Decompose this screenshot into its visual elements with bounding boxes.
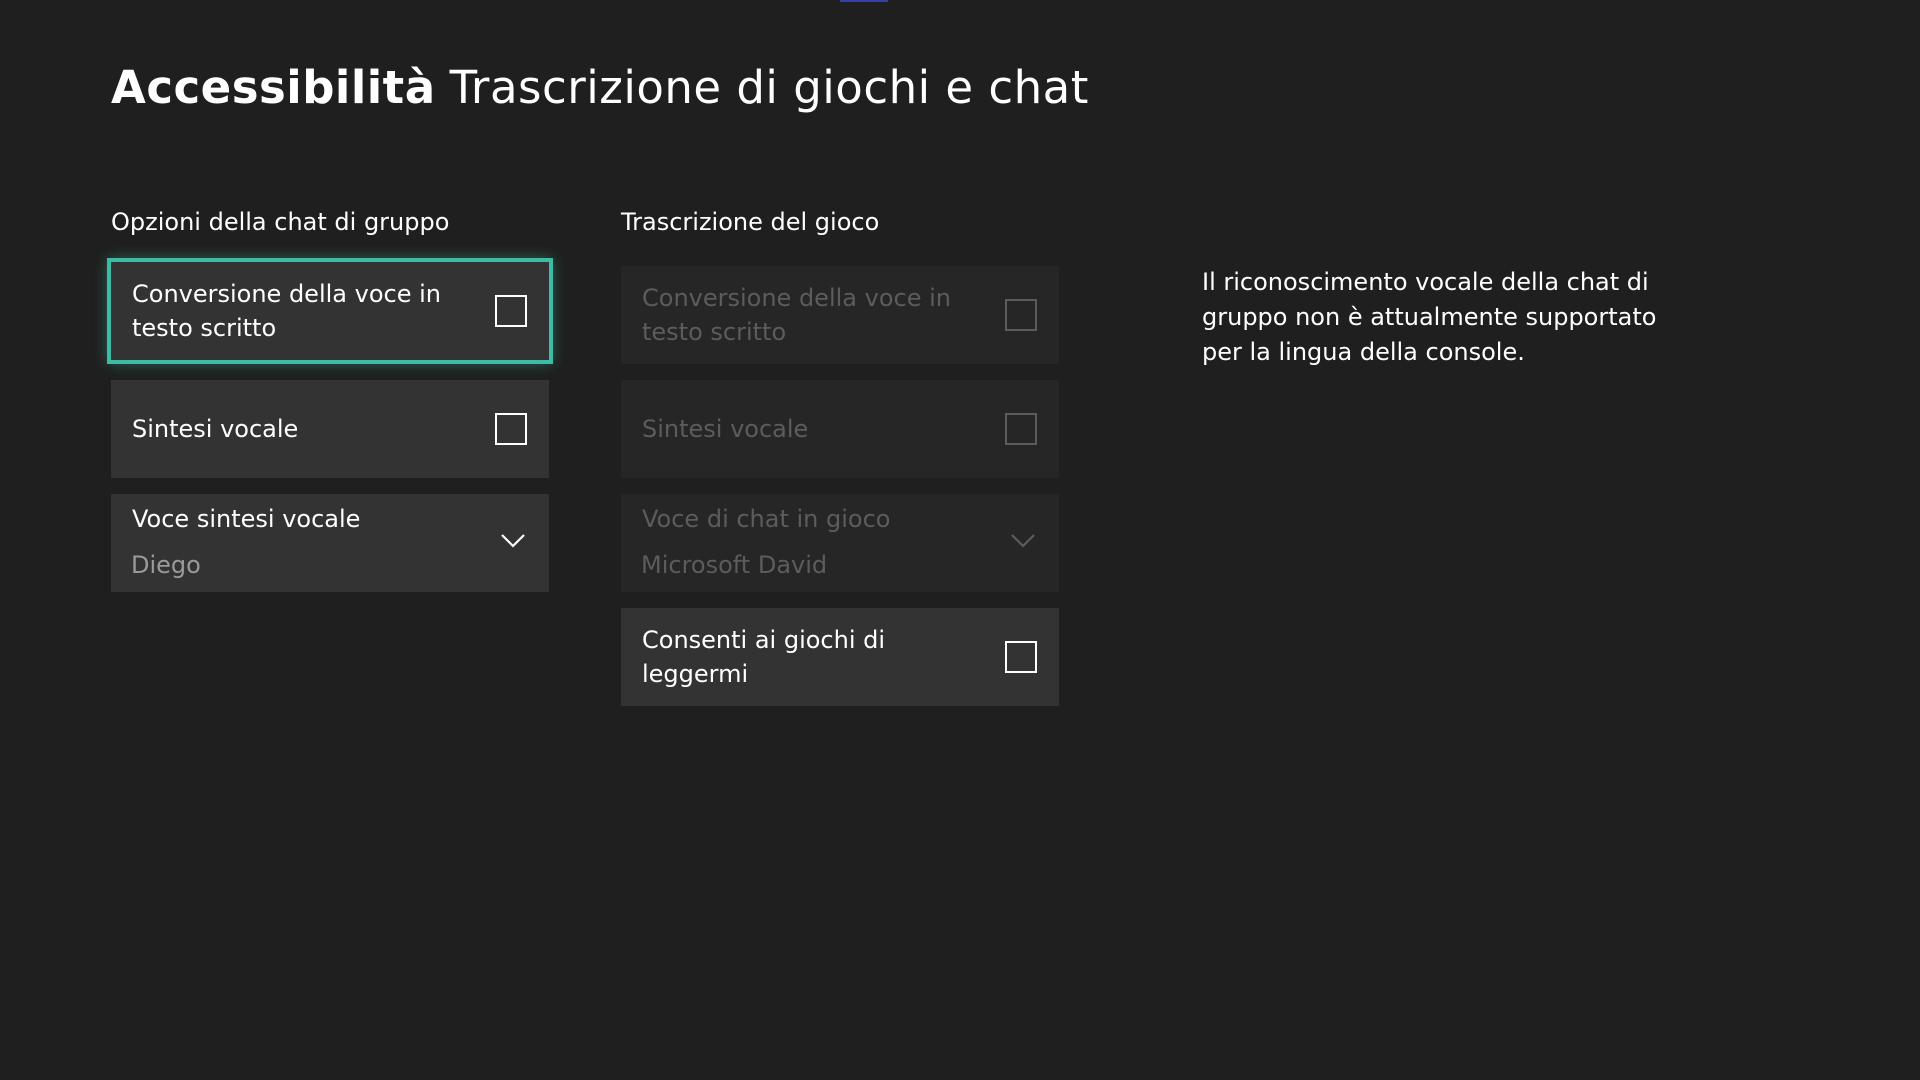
group-text-to-speech-label: Sintesi vocale (132, 415, 299, 443)
game-text-to-speech-label: Sintesi vocale (642, 415, 809, 443)
tts-voice-dropdown[interactable]: Voce sintesi vocale Diego (111, 494, 549, 592)
page-title-section: Accessibilità (111, 61, 436, 114)
page-title-subtitle: Trascrizione di giochi e chat (449, 61, 1089, 114)
checkbox-unchecked-icon[interactable] (495, 295, 527, 327)
tts-voice-label: Voce sintesi vocale (132, 505, 361, 533)
allow-games-read-toggle[interactable]: Consenti ai giochi di leggermi (621, 608, 1059, 706)
game-chat-voice-dropdown: Voce di chat in gioco Microsoft David (621, 494, 1059, 592)
game-chat-voice-label: Voce di chat in gioco (642, 505, 891, 533)
group-text-to-speech-toggle[interactable]: Sintesi vocale (111, 380, 549, 478)
game-speech-to-text-toggle: Conversione della voce in testo scritto (621, 266, 1059, 364)
checkbox-unchecked-icon[interactable] (1005, 641, 1037, 673)
chevron-down-icon (499, 530, 527, 550)
chevron-down-icon (1009, 530, 1037, 550)
top-accent-bar (840, 0, 888, 2)
game-chat-voice-value: Microsoft David (641, 551, 828, 579)
game-speech-to-text-label: Conversione della voce in testo scritto (642, 284, 951, 346)
group-speech-to-text-label: Conversione della voce in testo scritto (132, 280, 441, 342)
checkbox-unchecked-icon[interactable] (495, 413, 527, 445)
checkbox-unchecked-icon (1005, 413, 1037, 445)
game-transcription-header: Trascrizione del gioco (621, 208, 880, 236)
page-title: Accessibilità Trascrizione di giochi e ch… (111, 58, 1089, 118)
tts-voice-value: Diego (131, 551, 201, 579)
checkbox-unchecked-icon (1005, 299, 1037, 331)
game-text-to-speech-toggle: Sintesi vocale (621, 380, 1059, 478)
group-chat-header: Opzioni della chat di gruppo (111, 208, 450, 236)
group-speech-to-text-toggle[interactable]: Conversione della voce in testo scritto (111, 262, 549, 360)
info-message: Il riconoscimento vocale della chat di g… (1202, 268, 1657, 366)
allow-games-read-label: Consenti ai giochi di leggermi (642, 626, 886, 688)
